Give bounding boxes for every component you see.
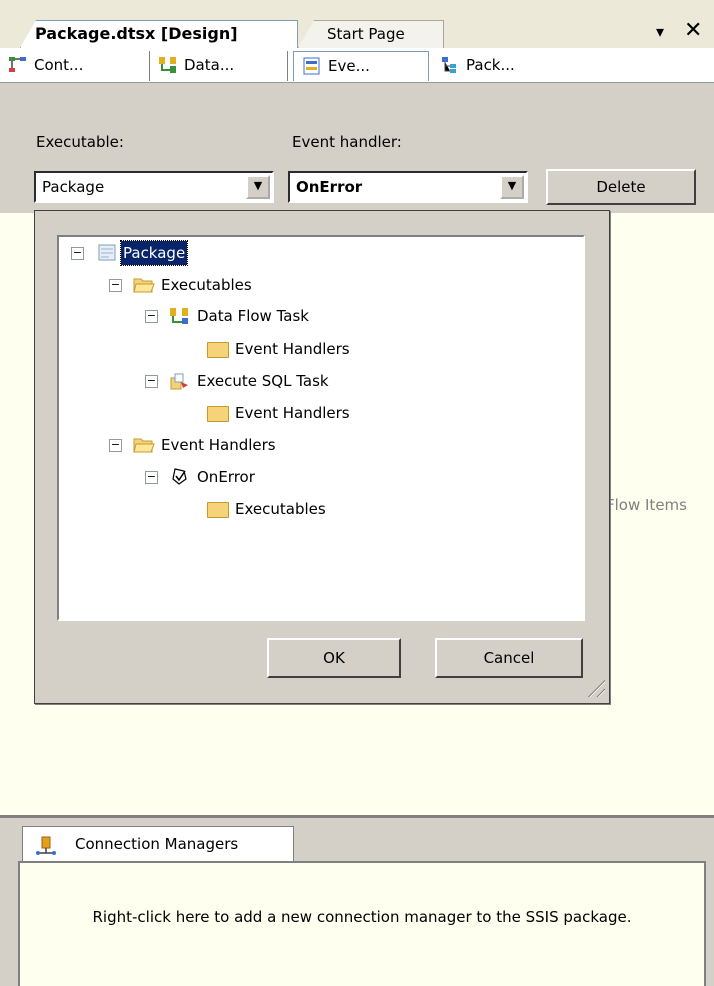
tab-data-flow[interactable]: Data...	[150, 51, 288, 81]
resize-grip-icon[interactable]	[585, 677, 605, 697]
folder-icon	[207, 406, 229, 422]
collapse-icon[interactable]: −	[145, 471, 158, 484]
collapse-icon[interactable]: −	[109, 279, 122, 292]
executable-combo-value: Package	[42, 178, 105, 196]
tree-node-data-flow-event-handlers-label: Event Handlers	[235, 340, 350, 358]
folder-icon	[207, 342, 229, 358]
ok-button[interactable]: OK	[267, 638, 401, 678]
cancel-button[interactable]: Cancel	[435, 638, 583, 678]
connection-managers-hint: Right-click here to add a new connection…	[92, 908, 632, 926]
execute-sql-task-icon	[170, 373, 188, 390]
tab-package-design[interactable]: Package.dtsx [Design]	[20, 20, 298, 48]
tab-connection-managers-label: Connection Managers	[75, 835, 239, 853]
tree-node-onerror-executables-label: Executables	[235, 500, 326, 518]
executable-combo[interactable]: Package ▼	[34, 171, 274, 203]
tree-node-package-label: Package	[119, 240, 189, 266]
open-folder-icon	[133, 278, 155, 293]
tree-node-execute-sql-event-handlers-label: Event Handlers	[235, 404, 350, 422]
close-document-icon[interactable]: ✕	[684, 18, 702, 43]
tree-node-data-flow-task-label: Data Flow Task	[197, 307, 309, 325]
connection-managers-tab-strip: Connection Managers	[0, 815, 714, 864]
package-explorer-icon	[442, 57, 456, 73]
event-handler-icon	[172, 468, 187, 485]
document-tab-strip: Package.dtsx [Design] Start Page ▾ ✕	[0, 0, 714, 49]
control-flow-icon	[9, 57, 26, 72]
tab-data-flow-label: Data...	[184, 56, 235, 74]
collapse-icon[interactable]: −	[71, 247, 84, 260]
event-handler-combo[interactable]: OnError ▼	[288, 171, 528, 203]
tree-node-execute-sql-task-label: Execute SQL Task	[197, 372, 329, 390]
tree-node-onerror-label: OnError	[197, 468, 255, 486]
designer-tab-bar: Cont... Data... Eve... Pack...	[0, 48, 714, 83]
tab-control-flow-label: Cont...	[34, 56, 84, 74]
tree-node-executables-label: Executables	[161, 276, 252, 294]
event-handler-label: Event handler:	[292, 133, 402, 151]
connection-managers-panel[interactable]: Right-click here to add a new connection…	[18, 861, 706, 986]
chevron-down-icon[interactable]: ▼	[246, 175, 270, 199]
executable-tree[interactable]: − Package − Executables − Data Flow Task	[57, 235, 585, 621]
tab-start-page-label: Start Page	[327, 25, 405, 43]
tab-connection-managers[interactable]: Connection Managers	[22, 826, 294, 864]
collapse-icon[interactable]: −	[109, 439, 122, 452]
tab-package-explorer[interactable]: Pack...	[432, 51, 592, 81]
data-flow-task-icon	[170, 308, 188, 324]
executable-picker-popup: − Package − Executables − Data Flow Task	[34, 210, 610, 704]
tree-node-event-handlers-label: Event Handlers	[161, 436, 276, 454]
package-icon	[98, 244, 116, 261]
tab-start-page[interactable]: Start Page	[298, 20, 444, 48]
connection-manager-icon	[36, 836, 56, 855]
tab-event-handlers-label: Eve...	[328, 57, 370, 75]
delete-button[interactable]: Delete	[546, 169, 696, 205]
tab-list-dropdown-icon[interactable]: ▾	[656, 22, 664, 41]
folder-icon	[207, 502, 229, 518]
data-flow-icon	[159, 57, 176, 73]
chevron-down-icon[interactable]: ▼	[500, 175, 524, 199]
open-folder-icon	[133, 438, 155, 453]
tab-event-handlers[interactable]: Eve...	[293, 51, 429, 81]
design-surface-hint: Flow Items	[606, 496, 687, 514]
tab-control-flow[interactable]: Cont...	[0, 51, 150, 81]
collapse-icon[interactable]: −	[145, 310, 158, 323]
executable-label: Executable:	[36, 133, 124, 151]
tab-package-design-label: Package.dtsx [Design]	[35, 24, 238, 43]
collapse-icon[interactable]: −	[145, 375, 158, 388]
event-handler-combo-value: OnError	[296, 178, 363, 196]
event-handler-toolbar: Executable: Event handler: Package ▼ OnE…	[0, 83, 714, 213]
event-handlers-icon	[303, 57, 320, 75]
tab-package-explorer-label: Pack...	[466, 56, 515, 74]
